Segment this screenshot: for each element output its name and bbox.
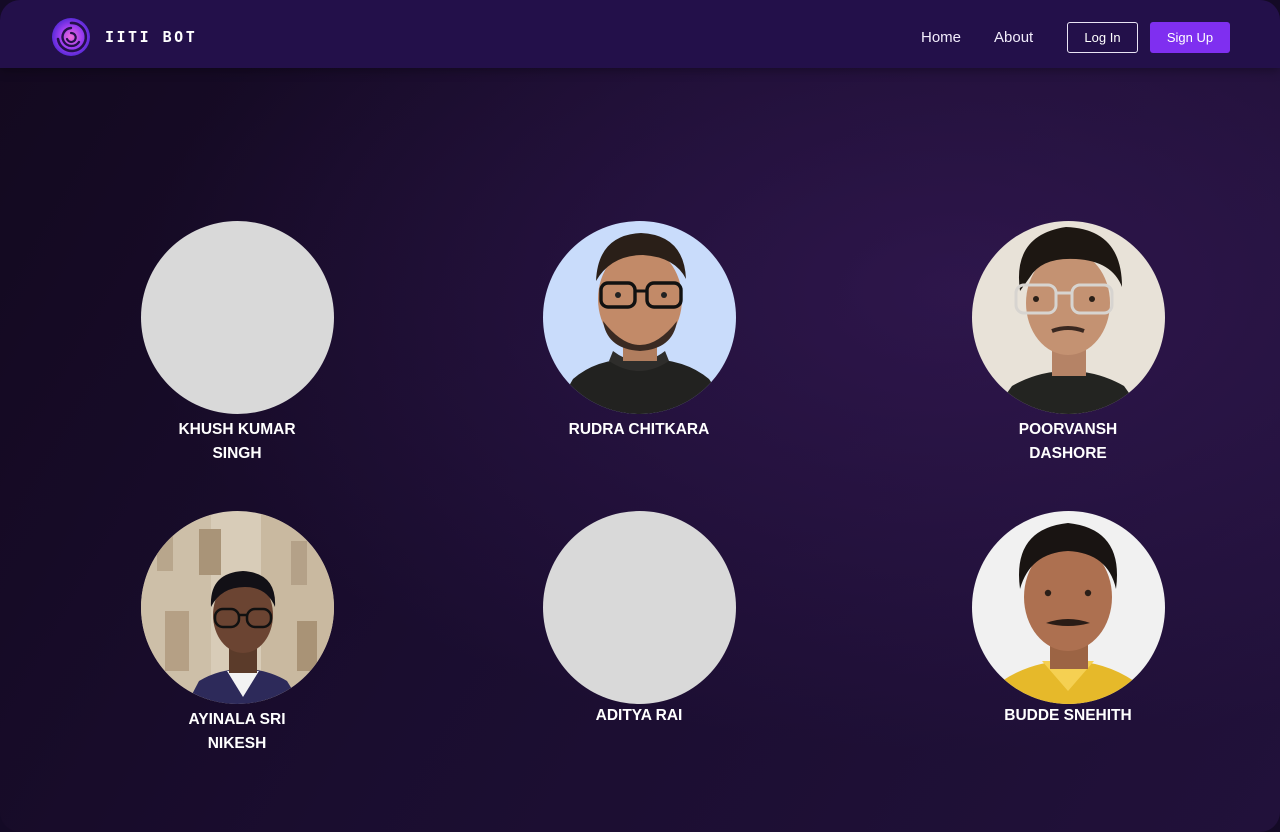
team-member-card: POORVANSH DASHORE	[938, 221, 1198, 466]
signup-button[interactable]: Sign Up	[1150, 22, 1230, 53]
member-name: RUDRA CHITKARA	[568, 421, 710, 438]
brand[interactable]: IITI BOT	[51, 17, 197, 57]
member-name: ADITYA RAI	[595, 707, 683, 724]
member-photo	[971, 221, 1165, 414]
swirl-logo-icon	[52, 18, 90, 56]
login-button[interactable]: Log In	[1067, 22, 1138, 53]
navbar: IITI BOT Home About Log In Sign Up	[0, 0, 1280, 68]
team-member-card: RUDRA CHITKARA	[509, 221, 769, 442]
nav-home-link[interactable]: Home	[921, 28, 961, 48]
team-member-card: BUDDE SNEHITH	[938, 511, 1198, 728]
avatar-placeholder	[542, 511, 736, 704]
team-member-card: ADITYA RAI	[509, 511, 769, 728]
avatar	[971, 511, 1165, 704]
brand-name: IITI BOT	[105, 28, 198, 46]
avatar	[542, 221, 736, 414]
team-member-card: KHUSH KUMAR SINGH	[107, 221, 367, 466]
member-name: POORVANSH DASHORE	[1018, 421, 1118, 462]
login-button-label: Log In	[1084, 30, 1121, 45]
member-photo	[140, 511, 334, 704]
signup-button-label: Sign Up	[1166, 30, 1214, 45]
member-name: BUDDE SNEHITH	[1004, 707, 1132, 724]
about-page: IITI BOT Home About Log In Sign Up KHUSH…	[0, 0, 1280, 832]
team-member-card: AYINALA SRI NIKESH	[107, 511, 367, 756]
member-name: AYINALA SRI NIKESH	[188, 711, 286, 752]
avatar	[140, 511, 334, 704]
avatar	[971, 221, 1165, 414]
member-photo	[542, 221, 736, 414]
member-photo	[971, 511, 1165, 704]
nav-about-link[interactable]: About	[994, 28, 1033, 48]
avatar-placeholder	[140, 221, 334, 414]
member-name: KHUSH KUMAR SINGH	[178, 421, 296, 462]
